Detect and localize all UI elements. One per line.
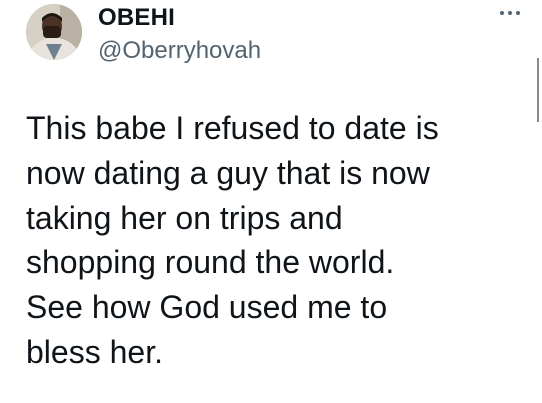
scrollbar-edge[interactable] [537, 58, 539, 122]
more-options-button[interactable] [497, 0, 523, 26]
tweet-text-line: bless her. [26, 333, 163, 370]
avatar-photo-icon [26, 4, 82, 60]
author-avatar[interactable] [26, 4, 82, 60]
tweet-text-line: shopping round the world. [26, 244, 395, 281]
tweet-text-line: taking her on trips and [26, 199, 343, 236]
more-options-icon [500, 11, 520, 15]
tweet-card: OBEHI @Oberryhovah This babe I refused t… [0, 0, 542, 403]
author-display-name[interactable]: OBEHI [98, 3, 175, 33]
author-handle[interactable]: @Oberryhovah [98, 36, 261, 66]
tweet-text-line: See how God used me to [26, 289, 388, 326]
tweet-text-line: This babe I refused to date is [26, 110, 439, 146]
tweet-text-line: now dating a guy that is now [26, 154, 430, 191]
tweet-text: This babe I refused to date is now datin… [26, 106, 531, 375]
